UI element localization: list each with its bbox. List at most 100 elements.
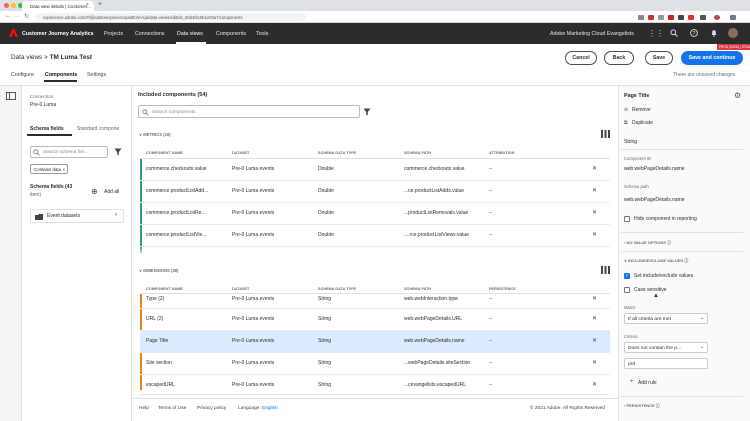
add-all-button[interactable]: Add all [104,189,119,195]
table-row[interactable]: Site section Pre-0 Luma events String ..… [140,353,610,375]
remove-icon[interactable]: ✕ [592,209,597,216]
persistence-section[interactable]: › PERSISTENCE ⓘ [624,403,660,409]
new-tab-icon[interactable]: + [98,1,102,8]
search-icon[interactable] [670,29,678,37]
duplicate-action[interactable]: Duplicate [632,120,653,126]
profile-avatar[interactable] [714,15,720,20]
help-icon[interactable]: ? [690,29,698,37]
browser-menu-icon[interactable] [730,15,736,20]
table-row[interactable]: commerce.productListAdd... Pre-0 Luma ev… [140,181,610,203]
extension-icon[interactable] [688,15,694,20]
filter-chip-contains-data[interactable]: Contains data × [30,164,68,174]
window-minimize-dot[interactable] [11,3,16,8]
nav-components[interactable]: Components [216,31,246,37]
nav-data-views[interactable]: Data views [177,31,203,37]
gear-icon[interactable]: ⚙ [734,91,741,100]
match-select-value: If all criteria are met [628,316,671,322]
breadcrumb-data-views[interactable]: Data views [11,54,42,61]
tab-standard-components[interactable]: Standard compone [77,126,119,132]
add-all-icon[interactable]: ⊕ [91,187,98,196]
table-row[interactable]: URL (2) Pre-0 Luma events String web.web… [140,309,610,331]
extension-icon[interactable] [658,15,664,20]
remove-icon[interactable]: ✕ [592,231,597,238]
col-component-name[interactable]: COMPONENT NAME [146,151,183,155]
filter-icon[interactable] [363,108,371,116]
forward-arrow-icon[interactable]: → [14,13,20,19]
add-rule-button[interactable]: Add rule [638,380,657,386]
col-schema-data-type[interactable]: SCHEMA DATA TYPE [318,151,356,155]
table-row[interactable]: commerce.productListRe... Pre-0 Luma eve… [140,203,610,225]
extension-icon[interactable] [700,15,706,20]
panel-toggle-icon[interactable] [6,92,16,100]
col-attribution[interactable]: ATTRIBUTION [489,151,514,155]
table-row[interactable]: commerce.productListVie... Pre-0 Luma ev… [140,225,610,247]
app-name[interactable]: Customer Journey Analytics [22,31,94,37]
save-button[interactable]: Save [645,51,673,65]
back-arrow-icon[interactable]: ← [5,13,11,19]
duplicate-icon[interactable]: ⧉ [624,120,628,126]
footer-language-link[interactable]: English [262,406,278,411]
extension-icon[interactable] [648,15,654,20]
search-icon [142,109,149,116]
filter-icon[interactable] [114,148,122,156]
address-bar[interactable]: experience.adobe.com/#/@adobeexperiencep… [36,13,306,21]
tab-configure[interactable]: Configure [11,72,34,78]
add-icon[interactable]: + [630,379,634,385]
column-settings-icon[interactable] [601,266,610,274]
event-datasets-folder[interactable]: Event datasets › [30,209,124,223]
connection-value: Pre-0 Luma [30,102,57,108]
table-row[interactable]: commerce.checkouts.value Pre-0 Luma even… [140,159,610,181]
remove-icon[interactable]: ✕ [592,295,597,302]
include-exclude-section[interactable]: ∨ INCLUDE/EXCLUDE VALUES ⓘ [624,258,688,264]
nav-connections[interactable]: Connections [135,31,164,37]
tab-components[interactable]: Components [45,72,77,78]
remove-icon[interactable]: ✕ [592,165,597,172]
dimensions-section-header[interactable]: ∨ DIMENSIONS (38) [139,268,178,273]
remove-icon[interactable]: ⊖ [624,107,628,113]
close-tab-icon[interactable]: × [86,2,89,8]
back-button[interactable]: Back [604,51,634,65]
notifications-icon[interactable] [710,29,718,37]
footer-help-link[interactable]: Help [139,406,149,411]
apps-grid-icon[interactable]: ⋮⋮ [648,29,664,38]
remove-action[interactable]: Remove [632,107,651,113]
extension-icon[interactable] [638,15,644,20]
extension-icon[interactable] [678,15,684,20]
org-switcher[interactable]: Adobe Marketing Cloud Evangelists [550,31,634,37]
nav-projects[interactable]: Projects [104,31,123,37]
col-schema-path[interactable]: SCHEMA PATH [404,151,431,155]
table-row[interactable]: Type (2) Pre-0 Luma events String web.we… [140,289,610,309]
remove-icon[interactable]: ✕ [592,381,597,388]
remove-icon[interactable]: ✕ [592,337,597,344]
reload-icon[interactable]: ↻ [24,13,29,20]
criteria-select[interactable]: Does not contain the p... ⌄ [624,342,708,353]
cancel-button[interactable]: Cancel [565,51,597,65]
save-and-continue-button[interactable]: Save and continue [681,51,743,65]
match-label: Match [624,305,636,310]
remove-icon[interactable]: ✕ [592,315,597,322]
col-dataset[interactable]: DATASET [232,151,249,155]
column-settings-icon[interactable] [601,130,610,138]
nav-tools[interactable]: Tools [256,31,268,37]
footer-terms-link[interactable]: Terms of Use [158,406,186,411]
table-row-selected[interactable]: Page Title Pre-0 Luma events String web.… [140,331,610,353]
remove-icon[interactable]: ✕ [592,187,597,194]
browser-tab[interactable]: Data view details | Customer... [22,1,94,11]
table-row[interactable]: escapedURL Pre-0 Luma events String ...c… [140,375,610,395]
remove-icon[interactable]: ✕ [592,359,597,366]
components-search-input[interactable]: Search components [138,105,360,118]
case-sensitive-checkbox[interactable] [624,287,630,293]
no-value-options-section[interactable]: › NO VALUE OPTIONS ⓘ [624,240,671,246]
match-select[interactable]: If all criteria are met ⌄ [624,313,708,324]
set-include-exclude-checkbox[interactable]: ✓ [624,273,630,279]
schema-search-input[interactable]: Search schema fiel... [30,146,108,158]
hide-in-reporting-checkbox[interactable] [624,216,630,222]
footer-privacy-link[interactable]: Privacy policy [197,406,226,411]
tab-schema-fields[interactable]: Schema fields [30,126,64,132]
metrics-section-header[interactable]: ∨ METRICS (16) [139,132,171,137]
user-avatar[interactable] [728,28,738,38]
criteria-value-input[interactable]: prd [624,358,708,369]
tab-settings[interactable]: Settings [87,72,106,78]
window-close-dot[interactable] [4,3,9,8]
extension-icon[interactable] [668,15,674,20]
